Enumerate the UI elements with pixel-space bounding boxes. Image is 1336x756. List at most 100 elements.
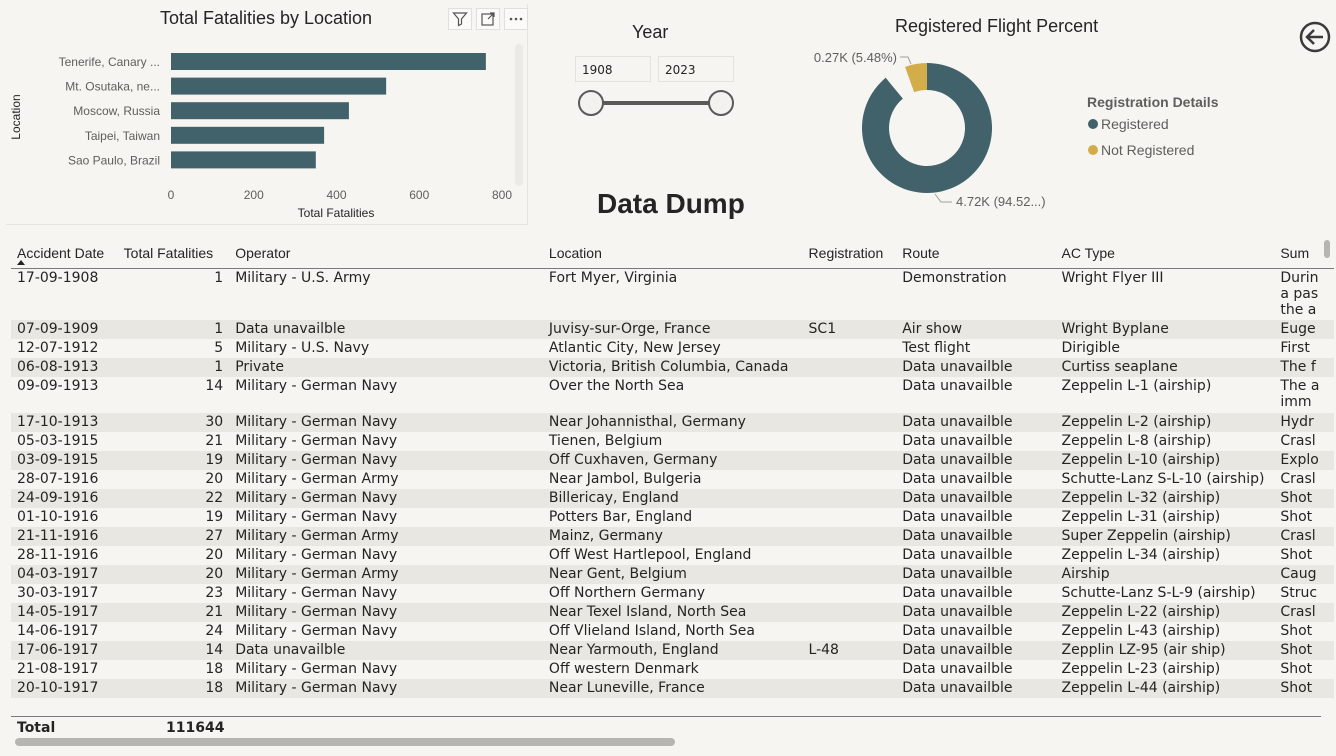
table-cell [802, 413, 897, 432]
table-row[interactable]: 07-09-1909 1 Data unavailble Juvisy-sur-Org… [11, 320, 1334, 339]
column-header-registration[interactable]: Registration [802, 238, 897, 269]
table-row[interactable]: 28-11-1916 20 Military - German Navy Off We… [11, 546, 1334, 565]
legend-title: Registration Details [1087, 94, 1219, 110]
table-cell: Data unavailble [902, 623, 1013, 639]
donut-chart-title: Registered Flight Percent [895, 16, 1099, 36]
table-row[interactable]: 30-03-1917 23 Military - German Navy Off No… [11, 584, 1334, 603]
column-header-operator[interactable]: Operator [229, 238, 543, 269]
y-tick-label: Tenerife, Canary ... [59, 55, 160, 69]
table-cell: Shot [1274, 641, 1334, 660]
table-cell: 18 [117, 679, 230, 698]
legend-item-registered[interactable]: Registered [1088, 116, 1169, 132]
y-tick-label: Moscow, Russia [73, 104, 160, 118]
table-row[interactable]: 12-07-1912 5 Military - U.S. Navy Atlantic … [11, 339, 1334, 358]
table-cell: 1 [117, 358, 230, 377]
year-slider-start-handle[interactable] [578, 90, 604, 116]
table-cell: Crasl [1280, 471, 1316, 487]
table-cell: 07-09-1909 [11, 320, 118, 339]
table-row[interactable]: 17-09-1908 1 Military - U.S. Army Fort Myer… [11, 268, 1334, 320]
legend-item-not-registered[interactable]: Not Registered [1088, 142, 1194, 158]
table-cell [802, 565, 897, 584]
table-cell: Billericay, England [542, 489, 803, 508]
table-cell: Data unavailble [896, 358, 1056, 377]
table-cell [803, 622, 897, 641]
table-cell: 23 [205, 585, 224, 601]
table-row[interactable]: 28-07-1916 20 Military - German Army Near J… [11, 470, 1334, 489]
table-cell: Military - German Army [229, 565, 543, 584]
bar[interactable] [171, 151, 316, 169]
table-cell: 03-09-1915 [11, 451, 118, 470]
table-cell: Struc [1280, 585, 1318, 601]
table-row[interactable]: 14-06-1917 24 Military - German Navy Off Vl… [11, 622, 1334, 641]
table-cell: Fort Myer, Virginia [548, 269, 678, 286]
table-cell: Military - German Navy [235, 623, 398, 639]
table-cell: Private [229, 358, 543, 377]
table-cell: Data unavailble [896, 641, 1056, 660]
table-cell: Military - U.S. Navy [235, 340, 370, 356]
table-cell: 17-09-1908 [17, 269, 99, 286]
table-total-row: Total 111644 [11, 716, 1321, 738]
table-row[interactable]: 03-09-1915 19 Military - German Navy Off Cu… [11, 451, 1334, 470]
table-cell [802, 489, 897, 508]
year-slider-track[interactable] [590, 101, 722, 105]
table-cell: Zeppelin L-43 (airship) [1061, 623, 1221, 639]
column-header-ac-type[interactable]: AC Type [1055, 238, 1275, 269]
table-cell: Near Yarmouth, England [542, 641, 803, 660]
table-cell: 17-06-1917 [11, 641, 118, 660]
year-end-input[interactable]: 2023 [658, 56, 734, 82]
table-row[interactable]: 17-10-1913 30 Military - German Navy Near J… [11, 413, 1334, 432]
fatalities-by-location-visual[interactable]: Total Fatalities by Location Location To… [6, 4, 528, 225]
table-cell: Military - German Navy [235, 378, 398, 394]
table-cell: Near Johannisthal, Germany [542, 413, 803, 432]
table-cell: 21 [205, 433, 224, 449]
table-cell: Military - German Navy [235, 585, 398, 601]
table-cell: Curtiss seaplane [1055, 358, 1275, 377]
donut-slice-not-registered[interactable] [905, 63, 927, 93]
table-cell: 01-10-1916 [17, 509, 99, 525]
column-header-accident-date[interactable]: Accident Date [11, 238, 118, 269]
table-row[interactable]: 21-11-1916 27 Military - German Army Mainz,… [11, 527, 1334, 546]
table-horizontal-scrollbar[interactable] [15, 738, 675, 746]
table-cell: Euge [1274, 320, 1334, 339]
table-cell: Zeppelin L-34 (airship) [1061, 547, 1221, 563]
table-cell: Zeppelin L-32 (airship) [1055, 489, 1275, 508]
table-cell: Data unavailble [902, 509, 1013, 525]
bar[interactable] [171, 126, 325, 144]
table-cell: 24-09-1916 [11, 489, 118, 508]
bar[interactable] [171, 77, 387, 95]
year-start-input[interactable]: 1908 [575, 56, 651, 82]
column-header-route[interactable]: Route [896, 238, 1056, 269]
column-header-location[interactable]: Location [542, 238, 803, 269]
table-row[interactable]: 05-03-1915 21 Military - German Navy Tienen… [11, 432, 1334, 451]
bar[interactable] [171, 53, 486, 70]
table-row[interactable]: 20-10-1917 18 Military - German Navy Near L… [11, 679, 1334, 698]
column-header-total-fatalities[interactable]: Total Fatalities [117, 238, 230, 269]
table-row[interactable]: 04-03-1917 20 Military - German Army Near G… [11, 565, 1334, 584]
table-cell: Off Northern Germany [548, 585, 705, 601]
table-row[interactable]: 01-10-1916 19 Military - German Navy Potter… [11, 508, 1334, 527]
data-table[interactable]: Accident Date Total Fatalities Operator … [11, 238, 1334, 750]
registration-donut-chart[interactable]: 0.27K (5.48%) 4.72K (94.52...) [795, 44, 1085, 224]
table-cell: 19 [205, 509, 224, 525]
table-row[interactable]: 21-08-1917 18 Military - German Navy Off we… [11, 660, 1334, 679]
back-arrow-icon[interactable] [1298, 20, 1332, 54]
table-row[interactable]: 17-06-1917 14 Data unavailble Near Yarmouth… [11, 641, 1334, 660]
table-row[interactable]: 06-08-1913 1 Private Victoria, British Colu… [11, 358, 1334, 377]
table-cell [802, 679, 897, 698]
table-row[interactable]: 09-09-1913 14 Military - German Navy Over t… [11, 377, 1334, 413]
table-cell: 27 [117, 527, 230, 546]
table-vertical-scrollbar[interactable] [1324, 240, 1330, 258]
table-cell: Zeppelin L-23 (airship) [1061, 661, 1221, 677]
table-row[interactable]: 14-05-1917 21 Military - German Navy Near T… [11, 603, 1334, 622]
table-cell: 20-10-1917 [11, 679, 118, 698]
table-cell: Off Vlieland Island, North Sea [548, 623, 755, 639]
table-cell: The f [1274, 358, 1334, 377]
table-cell: Data unavailble [896, 451, 1056, 470]
table-cell: 20 [205, 471, 224, 487]
table-cell: Data unavailble [229, 320, 543, 339]
table-row[interactable]: 24-09-1916 22 Military - German Navy Biller… [11, 489, 1334, 508]
year-slider-end-handle[interactable] [708, 90, 734, 116]
bar[interactable] [171, 102, 349, 120]
table-cell: Military - German Navy [235, 661, 398, 677]
donut-slice-registered[interactable] [862, 63, 992, 193]
